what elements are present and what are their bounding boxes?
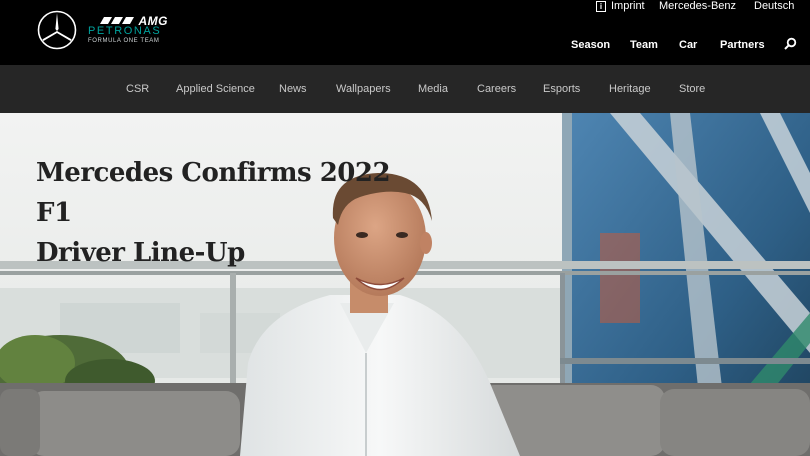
secondary-nav: CSR Applied Science News Wallpapers Medi… bbox=[0, 65, 810, 113]
nav-team[interactable]: Team bbox=[630, 39, 658, 51]
team-brand-logo[interactable]: AMG PETRONAS FORMULA ONE TEAM bbox=[88, 14, 178, 46]
subnav-media[interactable]: Media bbox=[418, 83, 448, 95]
subnav-wallpapers[interactable]: Wallpapers bbox=[336, 83, 391, 95]
nav-partners[interactable]: Partners bbox=[720, 39, 765, 51]
amg-stripes-icon bbox=[100, 17, 134, 24]
subnav-applied-science[interactable]: Applied Science bbox=[176, 83, 255, 95]
imprint-link[interactable]: i Imprint bbox=[596, 0, 645, 14]
team-tagline: FORMULA ONE TEAM bbox=[88, 38, 160, 44]
petronas-wordmark: PETRONAS bbox=[88, 25, 162, 37]
subnav-esports[interactable]: Esports bbox=[543, 83, 580, 95]
subnav-store[interactable]: Store bbox=[679, 83, 705, 95]
subnav-news[interactable]: News bbox=[279, 83, 307, 95]
top-header: AMG PETRONAS FORMULA ONE TEAM i Imprint M… bbox=[0, 0, 810, 65]
subnav-careers[interactable]: Careers bbox=[477, 83, 516, 95]
subnav-heritage[interactable]: Heritage bbox=[609, 83, 651, 95]
nav-car[interactable]: Car bbox=[679, 39, 697, 51]
subnav-csr[interactable]: CSR bbox=[126, 83, 149, 95]
info-icon: i bbox=[596, 1, 606, 12]
language-switch-link[interactable]: Deutsch bbox=[754, 0, 794, 14]
mercedes-benz-link[interactable]: Mercedes-Benz bbox=[659, 0, 736, 14]
search-icon[interactable] bbox=[783, 37, 797, 51]
hero-headline[interactable]: Mercedes Confirms 2022 F1 Driver Line-Up bbox=[36, 153, 396, 273]
hero-headline-line2: Driver Line-Up bbox=[36, 238, 245, 268]
nav-season[interactable]: Season bbox=[571, 39, 610, 51]
mercedes-star-icon[interactable] bbox=[37, 10, 77, 50]
hero-headline-line1: Mercedes Confirms 2022 F1 bbox=[36, 158, 391, 228]
hero-banner[interactable]: Mercedes Confirms 2022 F1 Driver Line-Up bbox=[0, 113, 810, 456]
